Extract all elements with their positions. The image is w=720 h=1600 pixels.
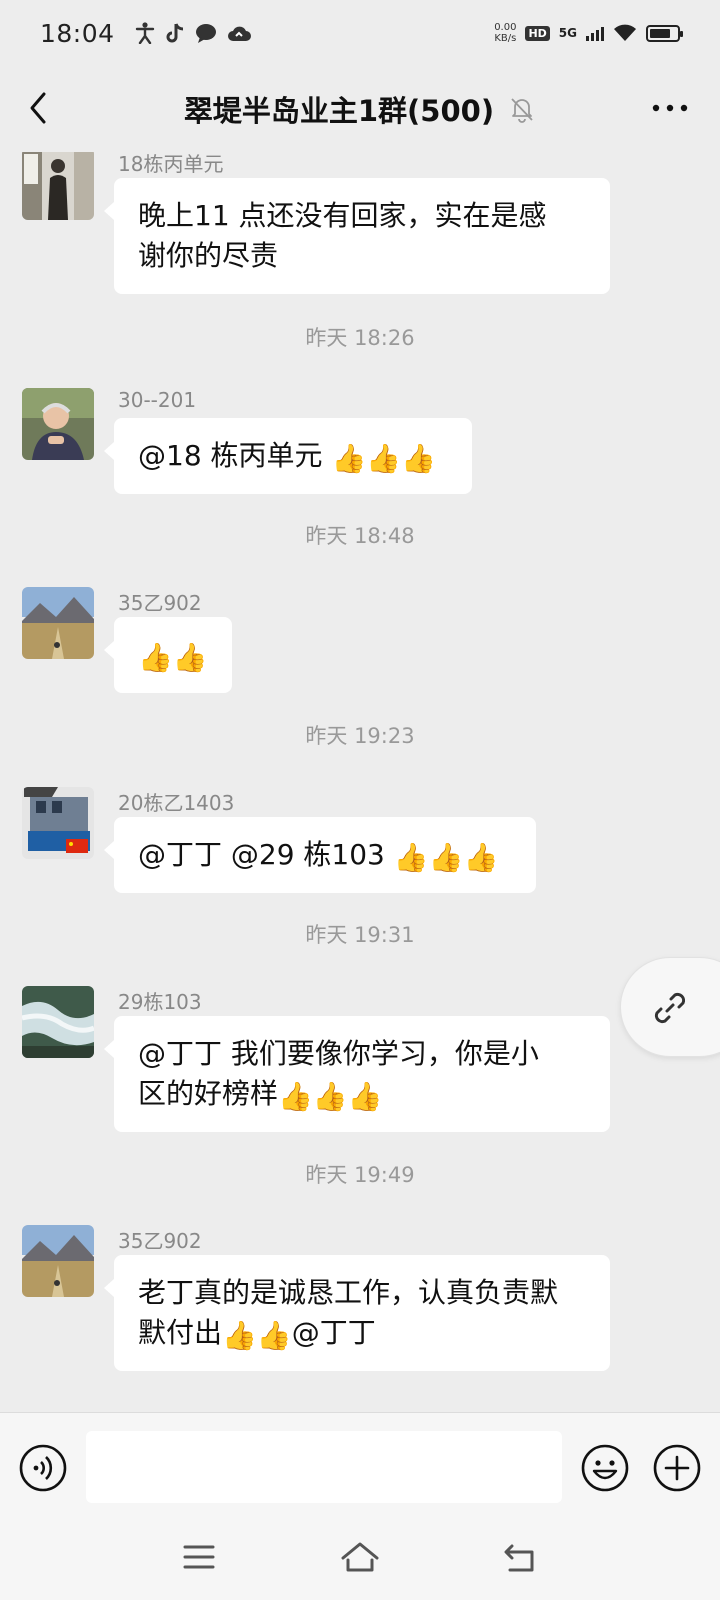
message-input[interactable] — [86, 1431, 562, 1503]
link-icon — [654, 992, 686, 1024]
floating-link-button[interactable] — [620, 957, 720, 1057]
home-icon[interactable] — [340, 1540, 380, 1574]
avatar[interactable] — [22, 152, 94, 220]
mute-bell-icon — [511, 98, 533, 123]
status-bar: 18:04 0.00 KB/s HD 5G — [0, 0, 720, 66]
back-arrow-icon[interactable] — [22, 88, 62, 128]
message-bubble[interactable]: 晚上11 点还没有回家，实在是感 谢你的尽责 — [104, 178, 610, 294]
signal-icon — [586, 25, 604, 41]
back-nav-icon[interactable] — [502, 1542, 538, 1574]
avatar[interactable] — [22, 587, 94, 659]
timestamp: 昨天 19:23 — [305, 724, 415, 748]
battery-icon — [646, 24, 683, 42]
sender-name: 29栋103 — [118, 990, 202, 1014]
avatar[interactable] — [22, 787, 94, 859]
message-bubble[interactable]: 👍👍 — [104, 617, 232, 693]
chat-messages[interactable]: 18栋丙单元 晚上11 点还没有回家，实在是感 谢你的尽责 昨天 18:26 3… — [0, 152, 720, 1412]
wifi-icon — [614, 24, 636, 41]
timestamp: 昨天 19:31 — [305, 923, 415, 947]
system-nav-bar — [0, 1520, 720, 1600]
timestamp: 昨天 18:26 — [305, 326, 415, 350]
tiktok-icon — [166, 23, 183, 43]
thumbs-up-emoji: 👍👍 — [138, 641, 208, 674]
hd-badge: HD — [525, 25, 550, 41]
menu-icon[interactable] — [182, 1542, 216, 1572]
accessibility-icon — [135, 22, 154, 44]
sender-name: 18栋丙单元 — [118, 152, 224, 176]
sender-name: 35乙902 — [118, 1229, 202, 1253]
network-speed: 0.00 KB/s — [494, 22, 517, 44]
status-notification-icons — [135, 22, 251, 44]
emoji-icon[interactable] — [580, 1443, 630, 1493]
chat-header: 翠堤半岛业主1群(500) — [0, 66, 720, 152]
more-dots-icon[interactable] — [648, 88, 692, 128]
chat-title: 翠堤半岛业主1群(500) — [183, 94, 495, 128]
sender-name: 30--201 — [118, 388, 197, 412]
timestamp: 昨天 18:48 — [305, 524, 415, 548]
status-time: 18:04 — [40, 18, 115, 48]
voice-input-icon[interactable] — [18, 1443, 68, 1493]
sender-name: 35乙902 — [118, 591, 202, 615]
thumbs-up-emoji: 👍👍 — [222, 1319, 292, 1352]
message-input-bar — [0, 1412, 720, 1520]
message-bubble[interactable]: 老丁真的是诚恳工作，认真负责默 默付出👍👍@丁丁 — [104, 1255, 610, 1371]
sender-name: 20栋乙1403 — [118, 791, 235, 815]
network-type: 5G — [558, 26, 577, 40]
avatar[interactable] — [22, 1225, 94, 1297]
thumbs-up-emoji: 👍👍👍 — [331, 442, 437, 475]
message-bubble[interactable]: @18 栋丙单元 👍👍👍 — [104, 418, 472, 494]
avatar[interactable] — [22, 986, 94, 1058]
message-bubble[interactable]: @丁丁 我们要像你学习，你是小 区的好榜样👍👍👍 — [104, 1016, 610, 1132]
chat-bubble-icon — [195, 24, 216, 43]
message-bubble[interactable]: @丁丁 @29 栋103 👍👍👍 — [104, 817, 536, 893]
avatar[interactable] — [22, 388, 94, 460]
timestamp: 昨天 19:49 — [305, 1163, 415, 1187]
add-icon[interactable] — [652, 1443, 702, 1493]
cloud-icon — [227, 26, 251, 41]
thumbs-up-emoji: 👍👍👍 — [278, 1080, 383, 1113]
status-right: 0.00 KB/s HD 5G — [494, 22, 683, 44]
thumbs-up-emoji: 👍👍👍 — [393, 841, 499, 874]
